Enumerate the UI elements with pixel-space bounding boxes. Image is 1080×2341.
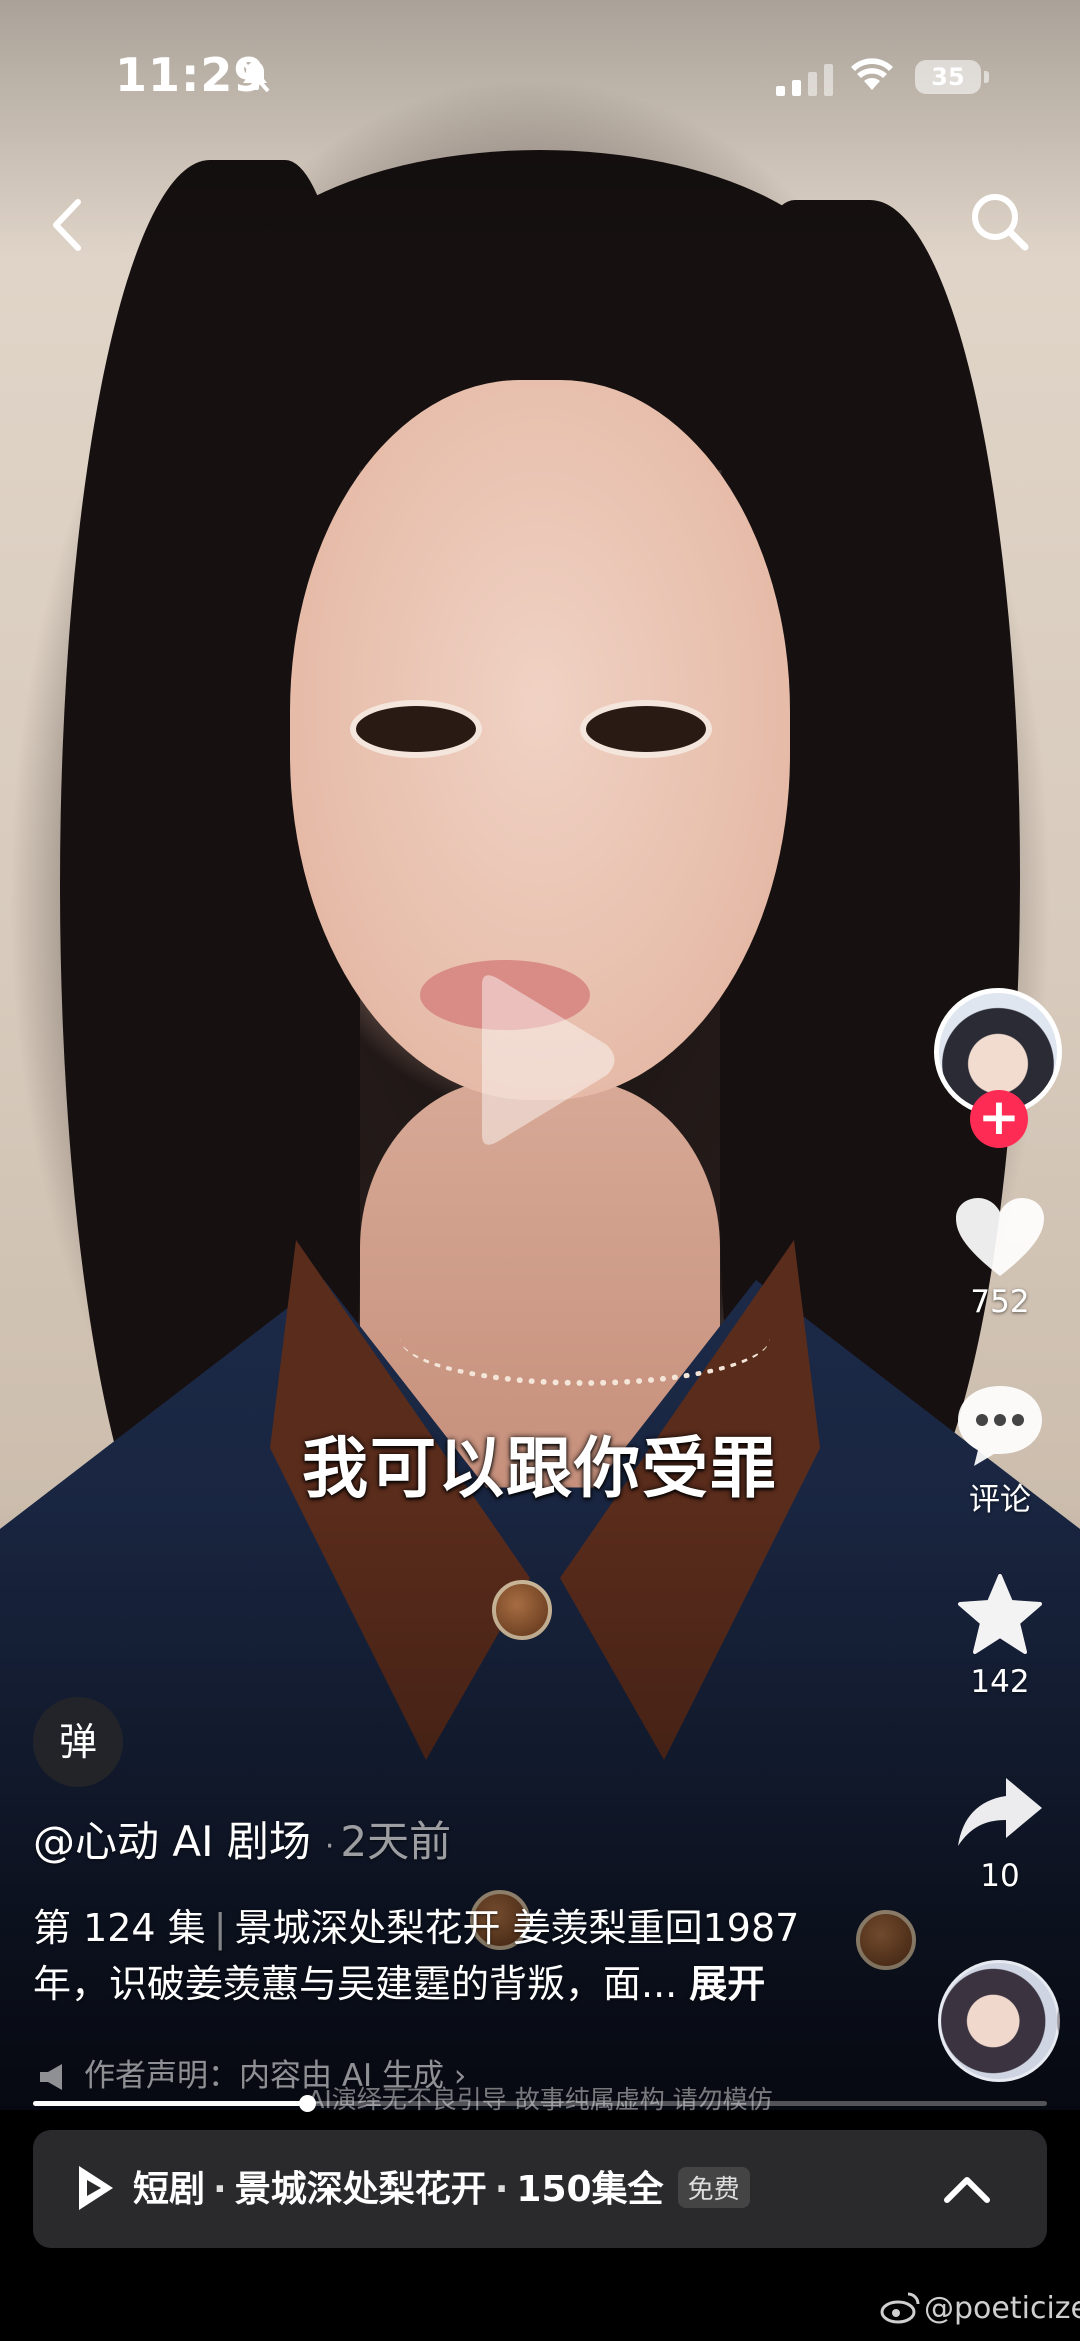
heart-icon [956,1198,1044,1276]
author-name[interactable]: @心动 AI 剧场 [33,1817,311,1866]
search-icon [972,194,1029,251]
music-disc[interactable] [938,1960,1060,2082]
video-scene [400,1290,770,1386]
chevron-left-icon [53,199,81,251]
separator-dot: · [213,2169,227,2210]
episode-label: 第 124 集 [33,1906,206,1950]
video-scene [580,700,712,758]
separator-dot: · [324,1829,335,1864]
wifi-icon [851,58,893,90]
video-scene [350,700,482,758]
drama-episodes: 150集全 [516,2169,664,2210]
watermark: @poeticize [880,2290,1080,2326]
video-scene [0,1500,1080,2110]
weibo-logo-icon [880,2292,920,2324]
author-line: @心动 AI 剧场 · 2天前 [33,1808,451,1869]
watermark-text: @poeticize [924,2291,1080,2326]
share-button[interactable]: 10 [930,1772,1070,1894]
progress-handle[interactable] [298,2095,316,2112]
description-separator: | [213,1906,227,1950]
cellular-signal-icon [776,64,833,96]
follow-button[interactable]: + [970,1090,1028,1148]
ai-notice: AI演绎无不良引导 故事纯属虚构 请勿模仿 [307,2085,773,2114]
favorite-button[interactable]: 142 [930,1572,1070,1700]
like-count: 752 [970,1284,1030,1320]
drama-info: 短剧 · 景城深处梨花开 · 150集全 免费 [133,2160,750,2212]
danmaku-toggle-button[interactable]: 弹 [33,1697,123,1787]
like-button[interactable]: 752 [930,1196,1070,1320]
play-icon[interactable] [462,970,622,1150]
share-arrow-icon [958,1778,1042,1846]
share-count: 10 [980,1858,1020,1894]
playback-progress-bar[interactable] [33,2095,1047,2112]
drama-label: 短剧 [133,2169,206,2210]
comment-bubble-icon [958,1386,1042,1466]
battery-indicator: 35 [915,60,989,94]
video-subtitle: 我可以跟你受罪 [302,1430,778,1507]
separator-dot: · [494,2169,509,2210]
progress-fill [33,2101,307,2106]
back-button[interactable] [40,190,100,260]
post-time: 2天前 [340,1817,452,1866]
status-bar: 11:29 35 [0,0,1080,160]
search-button[interactable] [965,185,1035,260]
free-badge: 免费 [677,2167,750,2208]
chevron-up-icon[interactable] [941,2170,993,2206]
short-drama-bar[interactable]: 短剧 · 景城深处梨花开 · 150集全 免费 [33,2130,1047,2248]
comment-button[interactable]: 评论 [930,1382,1070,1519]
expand-link[interactable]: 展开 [689,1962,765,2006]
favorite-count: 142 [970,1664,1030,1700]
comment-label: 评论 [969,1482,1031,1518]
mute-bell-icon [240,59,270,93]
video-description[interactable]: 第 124 集 | 景城深处梨花开 姜羡梨重回1987年，识破姜羡蕙与吴建霆的背叛，… [33,1900,833,2012]
short-drama-logo-icon [79,2166,113,2210]
star-icon [958,1574,1042,1654]
drama-title: 景城深处梨花开 [234,2169,487,2210]
